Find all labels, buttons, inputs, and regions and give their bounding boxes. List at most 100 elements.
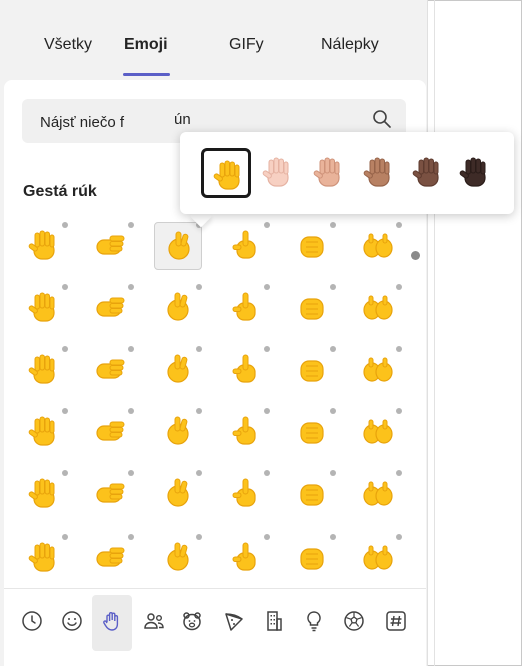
emoji-rightwards-hand[interactable] [354, 222, 402, 270]
skin-tone-indicator-dot [396, 408, 402, 414]
ok-hand-icon [363, 295, 393, 320]
skin-tone-indicator-dot [128, 408, 134, 414]
emoji-call-me-hand[interactable] [86, 408, 134, 456]
skin-tone-indicator-dot [264, 284, 270, 290]
category-recent[interactable] [12, 595, 52, 651]
skin-tone-indicator-dot [330, 408, 336, 414]
emoji-raised-hand[interactable] [154, 222, 202, 270]
skin-tone-indicator-dot [128, 346, 134, 352]
emoji-raised-hand-fingers[interactable] [222, 222, 270, 270]
skin-tone-indicator-dot [330, 222, 336, 228]
thumbs-down-icon [232, 478, 256, 507]
emoji-clapping-hands[interactable] [154, 534, 202, 582]
hand-icon [103, 612, 119, 631]
building-icon [267, 611, 282, 631]
emoji-sign-of-the-horns[interactable] [20, 408, 68, 456]
emoji-ok-hand[interactable] [354, 284, 402, 332]
emoji-waving-hand[interactable] [20, 222, 68, 270]
emoji-backhand-index-pointing-left[interactable] [154, 408, 202, 456]
emoji-victory-hand[interactable] [154, 346, 202, 394]
skin-tone-indicator-dot [196, 470, 202, 476]
emoji-backhand-index-pointing-right[interactable] [222, 408, 270, 456]
skin-tone-indicator-dot [196, 408, 202, 414]
emoji-pinching-hand[interactable] [86, 346, 134, 394]
leftwards-pushing-hand-icon [232, 292, 256, 321]
search-input[interactable] [40, 111, 360, 133]
scrollbar-thumb[interactable] [411, 251, 420, 260]
backhand-index-pointing-down-icon [363, 419, 393, 444]
raised-hand-icon [313, 157, 340, 187]
category-travel[interactable] [254, 595, 294, 651]
heart-hands-icon [300, 548, 324, 570]
clapping-hands-icon [167, 542, 189, 571]
emoji-crossed-fingers[interactable] [222, 346, 270, 394]
emoji-left-facing-fist[interactable] [20, 534, 68, 582]
emoji-palm-down-hand[interactable] [86, 284, 134, 332]
emoji-backhand-index-pointing-up[interactable] [288, 408, 336, 456]
tab-emoji[interactable]: Emoji [124, 36, 168, 54]
search-icon[interactable] [372, 109, 392, 129]
emoji-oncoming-fist[interactable] [354, 470, 402, 518]
rightwards-pushing-hand-icon [300, 298, 324, 320]
skin-tone-indicator-dot [62, 408, 68, 414]
smiley-icon [62, 611, 82, 631]
emoji-index-pointing-up[interactable] [20, 470, 68, 518]
thumbs-up-icon [167, 478, 189, 507]
emoji-leftwards-hand[interactable] [20, 284, 68, 332]
skin-tone-indicator-dot [264, 408, 270, 414]
emoji-open-hands[interactable] [354, 534, 402, 582]
category-activities[interactable] [334, 595, 374, 651]
emoji-thumbs-up[interactable] [154, 470, 202, 518]
category-objects[interactable] [294, 595, 334, 651]
emoji-thumbs-down[interactable] [222, 470, 270, 518]
category-animals[interactable] [172, 595, 212, 651]
search-input-overflow-text: ún [174, 111, 191, 128]
emoji-index-pointing-at-viewer[interactable] [86, 470, 134, 518]
skin-tone-indicator-dot [264, 346, 270, 352]
left-facing-fist-icon [28, 542, 55, 572]
palm-up-hand-icon [167, 292, 189, 321]
emoji-backhand-index-pointing-down[interactable] [354, 408, 402, 456]
skin-tone-indicator-dot [330, 284, 336, 290]
skin-tone-medium-dark[interactable] [403, 148, 453, 198]
people-icon [144, 613, 164, 629]
raised-fist-icon [300, 484, 324, 506]
category-hand-gestures[interactable] [92, 595, 132, 651]
skin-tone-medium[interactable] [354, 148, 404, 198]
skin-tone-light[interactable] [253, 148, 303, 198]
pinched-fingers-icon [28, 354, 55, 384]
emoji-leftwards-pushing-hand[interactable] [222, 284, 270, 332]
emoji-raised-back-of-hand[interactable] [86, 222, 134, 270]
emoji-raised-fist[interactable] [288, 470, 336, 518]
emoji-love-you-gesture[interactable] [354, 346, 402, 394]
category-food[interactable] [214, 595, 254, 651]
tab-gifs[interactable]: GIFy [229, 36, 264, 54]
backhand-index-pointing-right-icon [232, 416, 256, 445]
category-smileys[interactable] [52, 595, 92, 651]
skin-tone-medium-light[interactable] [304, 148, 354, 198]
skin-tone-indicator-dot [128, 470, 134, 476]
tab-stickers[interactable]: Nálepky [321, 36, 379, 54]
skin-tone-indicator-dot [128, 534, 134, 540]
emoji-pinched-fingers[interactable] [20, 346, 68, 394]
emoji-vulcan-salute[interactable] [288, 222, 336, 270]
emoji-palm-up-hand[interactable] [154, 284, 202, 332]
category-symbols[interactable] [376, 595, 416, 651]
hashtag-icon [386, 611, 406, 631]
raised-hand-icon [213, 160, 240, 190]
skin-tone-indicator-dot [62, 346, 68, 352]
skin-tone-default[interactable] [201, 148, 251, 198]
emoji-raising-hands[interactable] [222, 534, 270, 582]
emoji-rightwards-pushing-hand[interactable] [288, 284, 336, 332]
hand-with-index-finger-and-thumb-crossed-icon [300, 360, 324, 382]
emoji-right-facing-fist[interactable] [86, 534, 134, 582]
tab-all[interactable]: Všetky [44, 36, 92, 54]
skin-tone-indicator-dot [330, 346, 336, 352]
skin-tone-dark[interactable] [450, 148, 500, 198]
skin-tone-popup [180, 132, 514, 214]
category-people[interactable] [134, 595, 174, 651]
emoji-hand-with-index-finger-and-thumb-crossed[interactable] [288, 346, 336, 394]
picker-tabs: Všetky Emoji GIFy Nálepky [0, 0, 428, 78]
emoji-heart-hands[interactable] [288, 534, 336, 582]
skin-tone-indicator-dot [330, 470, 336, 476]
